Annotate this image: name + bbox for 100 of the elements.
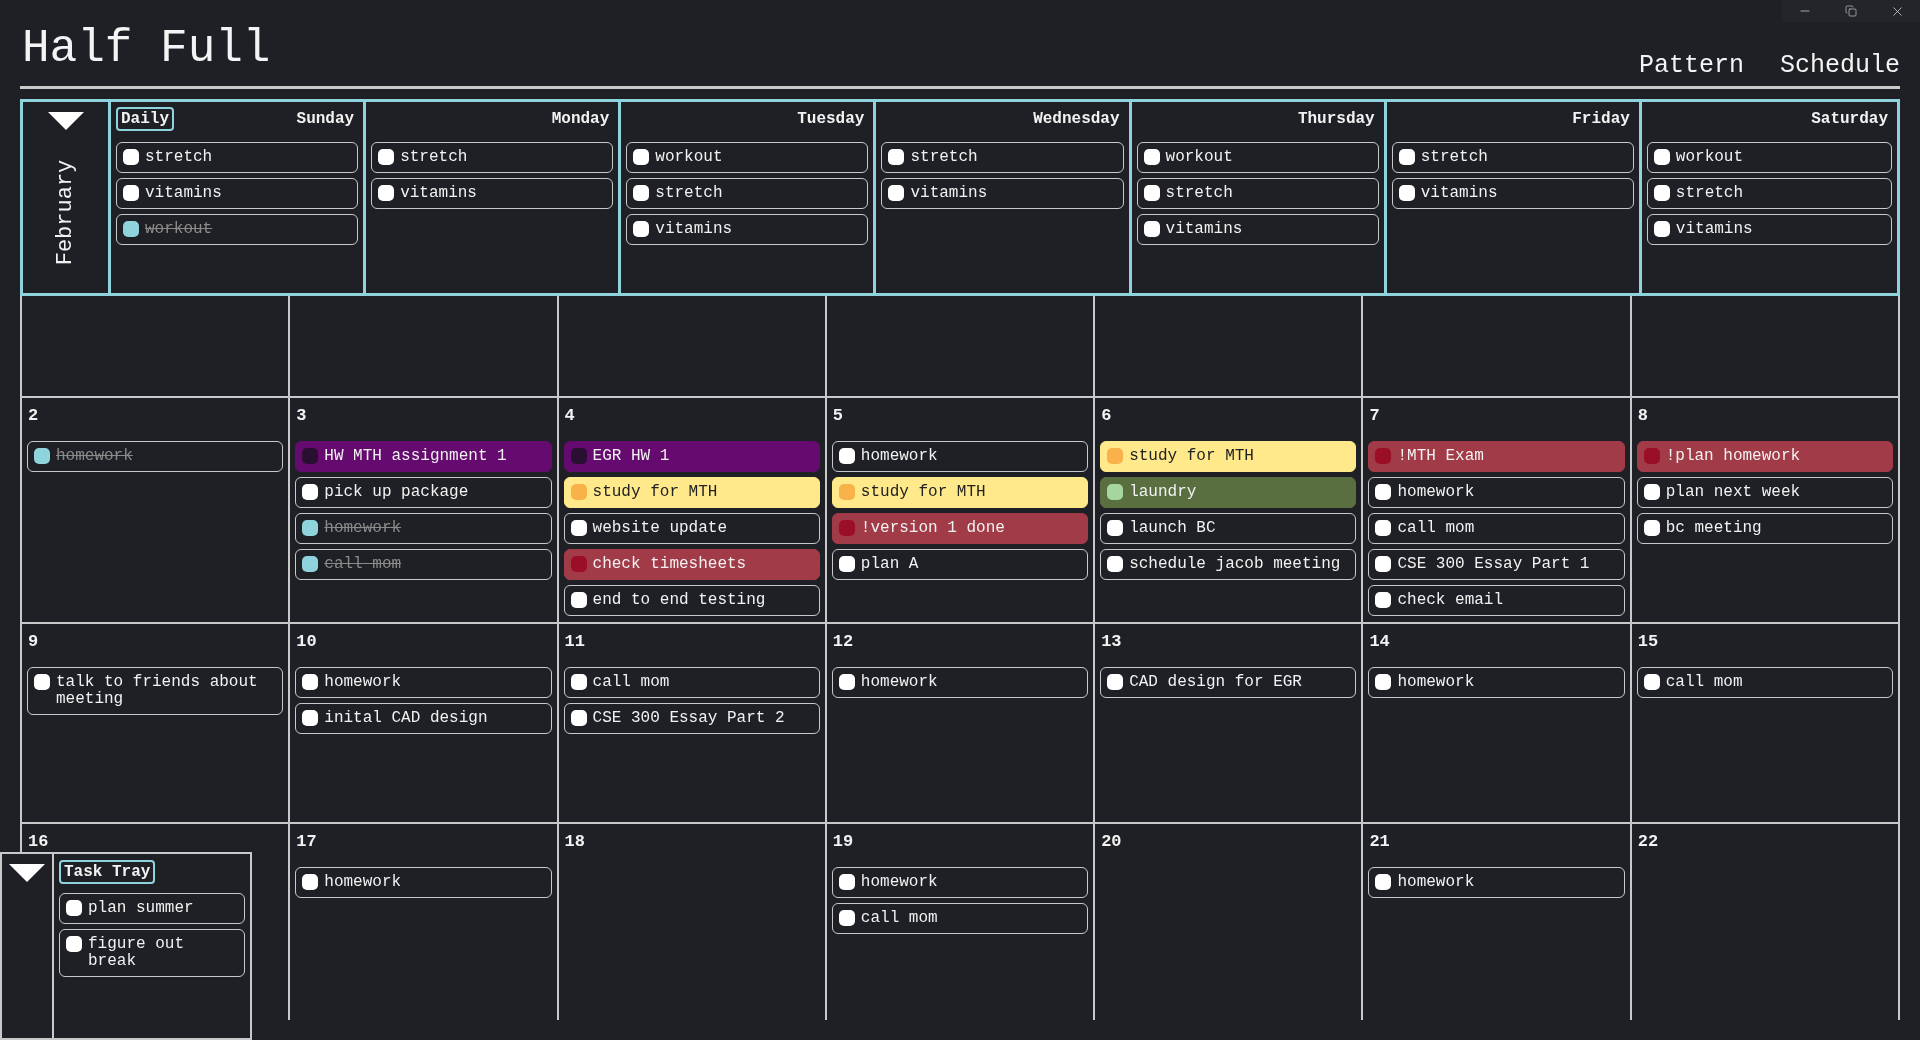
task-checkbox[interactable] [1643,484,1660,500]
task-checkbox[interactable] [1375,520,1392,536]
task-item[interactable]: check timesheets [563,549,820,580]
task-checkbox[interactable] [378,184,395,201]
task-checkbox[interactable] [1375,874,1392,890]
task-item[interactable]: !plan homework [1636,441,1893,472]
task-checkbox[interactable] [838,874,855,890]
task-item[interactable]: study for MTH [831,477,1089,508]
task-checkbox[interactable] [838,448,855,464]
task-checkbox[interactable] [302,874,319,890]
task-item[interactable]: homework [295,667,552,698]
task-checkbox[interactable] [1653,220,1670,237]
task-item[interactable]: call mom [1636,667,1893,698]
task-item[interactable]: homework [1368,477,1625,508]
task-item[interactable]: study for MTH [563,477,820,508]
task-item[interactable]: homework [295,513,552,544]
task-item[interactable]: CAD design for EGR [1100,667,1357,698]
task-item[interactable]: vitamins [371,177,614,209]
task-item[interactable]: check email [1368,585,1625,616]
task-item[interactable]: schedule jacob meeting [1100,549,1357,580]
task-checkbox[interactable] [1143,220,1160,237]
task-checkbox[interactable] [1375,674,1392,690]
task-item[interactable]: vitamins [1391,177,1634,209]
task-item[interactable]: homework [831,667,1089,698]
task-checkbox[interactable] [570,556,587,572]
task-checkbox[interactable] [633,148,650,165]
task-item[interactable]: workout [116,213,359,245]
task-checkbox[interactable] [34,674,50,690]
task-item[interactable]: bc meeting [1636,513,1893,544]
task-checkbox[interactable] [66,936,82,952]
task-checkbox[interactable] [1143,184,1160,201]
task-checkbox[interactable] [1398,184,1415,201]
task-item[interactable]: study for MTH [1100,441,1357,472]
task-checkbox[interactable] [1653,148,1670,165]
task-checkbox[interactable] [1143,148,1160,165]
task-item[interactable]: figure out break [59,929,245,977]
task-item[interactable]: HW MTH assignment 1 [295,441,552,472]
task-item[interactable]: !MTH Exam [1368,441,1625,472]
task-checkbox[interactable] [1643,448,1660,464]
task-item[interactable]: stretch [1391,141,1634,173]
task-item[interactable]: vitamins [626,213,869,245]
task-item[interactable]: pick up package [295,477,552,508]
task-checkbox[interactable] [1643,674,1660,690]
task-checkbox[interactable] [302,674,319,690]
collapse-toggle[interactable] [9,864,45,884]
task-item[interactable]: launch BC [1100,513,1357,544]
task-checkbox[interactable] [838,674,855,690]
task-item[interactable]: laundry [1100,477,1357,508]
task-item[interactable]: stretch [116,141,359,173]
task-checkbox[interactable] [1375,484,1392,500]
task-checkbox[interactable] [378,148,395,165]
task-checkbox[interactable] [1398,148,1415,165]
task-item[interactable]: plan next week [1636,477,1893,508]
task-item[interactable]: homework [831,441,1089,472]
task-checkbox[interactable] [838,910,855,926]
task-checkbox[interactable] [123,220,139,237]
task-item[interactable]: homework [1368,667,1625,698]
task-item[interactable]: EGR HW 1 [563,441,820,472]
task-checkbox[interactable] [570,484,587,500]
task-checkbox[interactable] [302,556,319,572]
task-checkbox[interactable] [34,448,50,464]
task-item[interactable]: workout [1646,141,1892,173]
task-checkbox[interactable] [570,520,587,536]
collapse-toggle[interactable] [47,111,84,132]
task-checkbox[interactable] [1107,448,1124,464]
task-item[interactable]: plan A [831,549,1089,580]
task-checkbox[interactable] [66,900,82,916]
task-item[interactable]: homework [27,441,284,472]
task-checkbox[interactable] [1375,592,1392,608]
task-item[interactable]: homework [295,867,552,898]
task-checkbox[interactable] [1643,520,1660,536]
task-item[interactable]: call mom [1368,513,1625,544]
task-checkbox[interactable] [888,148,905,165]
task-item[interactable]: call mom [295,549,552,580]
task-item[interactable]: inital CAD design [295,703,552,734]
task-item[interactable]: stretch [371,141,614,173]
task-checkbox[interactable] [888,184,905,201]
task-checkbox[interactable] [1107,484,1124,500]
task-item[interactable]: homework [1368,867,1625,898]
task-item[interactable]: stretch [881,141,1124,173]
task-checkbox[interactable] [302,520,319,536]
task-checkbox[interactable] [1107,520,1124,536]
task-checkbox[interactable] [838,556,855,572]
task-checkbox[interactable] [302,448,319,464]
task-item[interactable]: stretch [626,177,869,209]
task-item[interactable]: end to end testing [563,585,820,616]
task-checkbox[interactable] [123,148,139,165]
task-item[interactable]: vitamins [1136,213,1379,245]
task-item[interactable]: stretch [1136,177,1379,209]
task-item[interactable]: vitamins [881,177,1124,209]
task-checkbox[interactable] [633,220,650,237]
task-item[interactable]: plan summer [59,893,245,924]
nav-link[interactable]: Schedule [1779,50,1900,80]
task-checkbox[interactable] [570,710,587,726]
task-item[interactable]: call mom [831,903,1089,934]
task-item[interactable]: !version 1 done [831,513,1089,544]
task-checkbox[interactable] [302,484,319,500]
task-item[interactable]: workout [1136,141,1379,173]
task-checkbox[interactable] [570,674,587,690]
task-checkbox[interactable] [838,484,855,500]
